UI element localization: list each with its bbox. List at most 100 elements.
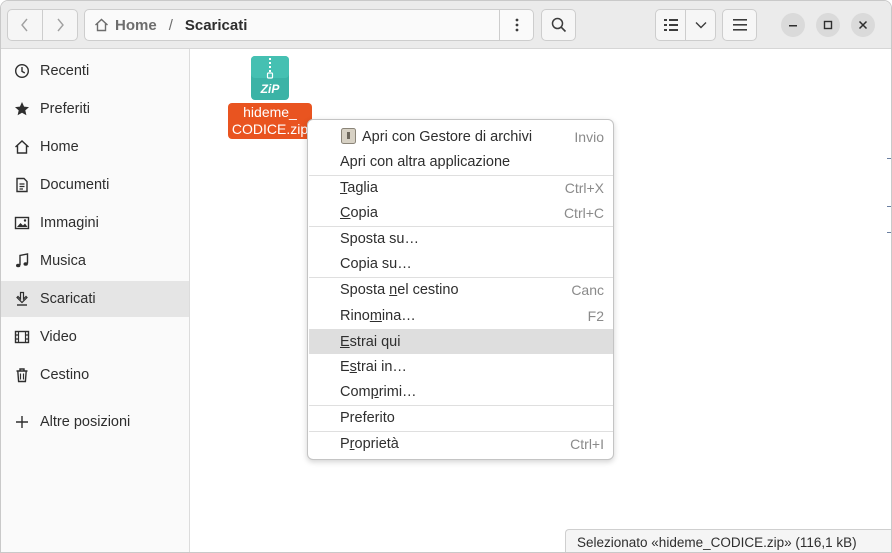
zip-file-icon[interactable]: ZiP	[250, 55, 290, 101]
view-buttons	[655, 9, 716, 41]
file-name-label[interactable]: hideme_ CODICE.zip	[228, 103, 312, 139]
context-menu: Apri con Gestore di archivi Invio Apri c…	[307, 119, 614, 460]
chevron-right-icon	[57, 18, 64, 32]
menu-item-properties[interactable]: Proprietà Ctrl+I	[309, 431, 613, 456]
close-icon	[858, 20, 868, 30]
edge-marker	[887, 158, 891, 159]
hamburger-menu-icon	[732, 19, 747, 31]
menu-item-accel: Canc	[571, 281, 604, 298]
sidebar-item-immagini[interactable]: Immagini	[1, 205, 189, 241]
menu-item-move-to[interactable]: Sposta su…	[309, 226, 613, 251]
menu-item-compress[interactable]: Comprimi…	[309, 379, 613, 404]
image-icon	[14, 215, 30, 231]
menu-item-move-to-trash[interactable]: Sposta nel cestino Canc	[309, 277, 613, 302]
music-icon	[14, 253, 30, 269]
breadcrumb-home[interactable]: Home	[85, 17, 157, 34]
search-button[interactable]	[541, 9, 576, 41]
sidebar-item-label: Scaricati	[40, 291, 96, 307]
edge-marker	[887, 232, 891, 233]
sidebar-item-label: Cestino	[40, 367, 90, 383]
menu-item-label: Sposta su…	[340, 230, 419, 247]
sidebar-item-cestino[interactable]: Cestino	[1, 357, 189, 393]
sidebar-item-label: Video	[40, 329, 77, 345]
breadcrumb-separator: /	[168, 16, 173, 34]
sidebar-item-recenti[interactable]: Recenti	[1, 53, 189, 89]
menu-item-accel: F2	[587, 307, 604, 324]
path-menu-button[interactable]	[499, 10, 533, 40]
close-button[interactable]	[851, 13, 875, 37]
menu-item-label: Copia	[340, 204, 378, 221]
list-view-icon	[663, 19, 678, 31]
menu-item-rename[interactable]: Rinomina… F2	[309, 303, 613, 328]
sidebar-item-video[interactable]: Video	[1, 319, 189, 355]
view-options-button[interactable]	[685, 10, 715, 40]
back-button[interactable]	[8, 10, 42, 40]
main-menu-button[interactable]	[722, 9, 757, 41]
sidebar-item-home[interactable]: Home	[1, 129, 189, 165]
zip-icon-label: ZiP	[260, 82, 281, 96]
home-icon	[95, 18, 108, 32]
menu-item-accel: Ctrl+X	[564, 179, 604, 196]
file-manager-window: Home / Scaricati Recenti Preferiti Home …	[0, 0, 892, 553]
menu-item-label: Copia su…	[340, 255, 412, 272]
breadcrumb-current[interactable]: Scaricati	[185, 17, 248, 34]
document-icon	[14, 177, 30, 193]
maximize-button[interactable]	[816, 13, 840, 37]
minimize-button[interactable]	[781, 13, 805, 37]
menu-item-favorite[interactable]: Preferito	[309, 405, 613, 430]
maximize-icon	[823, 20, 833, 30]
menu-item-label: Apri con Gestore di archivi	[362, 128, 533, 145]
clock-icon	[14, 63, 30, 79]
file-name-line1: hideme_	[243, 104, 297, 120]
sidebar-item-documenti[interactable]: Documenti	[1, 167, 189, 203]
sidebar-item-label: Documenti	[40, 177, 110, 193]
forward-button[interactable]	[42, 10, 77, 40]
menu-item-open-archive-manager[interactable]: Apri con Gestore di archivi Invio	[309, 124, 613, 149]
menu-item-cut[interactable]: Taglia Ctrl+X	[309, 175, 613, 200]
file-name-line2: CODICE.zip	[231, 121, 309, 137]
plus-icon	[14, 414, 30, 430]
sidebar-item-altre-posizioni[interactable]: Altre posizioni	[1, 404, 189, 440]
status-bar: Selezionato «hideme_CODICE.zip» (116,1 k…	[565, 529, 891, 552]
sidebar-item-scaricati[interactable]: Scaricati	[1, 281, 189, 317]
menu-item-copy[interactable]: Copia Ctrl+C	[309, 200, 613, 225]
menu-item-label: Rinomina…	[340, 307, 416, 324]
menu-item-label: Preferito	[340, 409, 395, 426]
menu-item-accel: Ctrl+C	[563, 204, 604, 221]
search-icon	[551, 17, 566, 33]
sidebar-item-label: Immagini	[40, 215, 99, 231]
sidebar-item-musica[interactable]: Musica	[1, 243, 189, 279]
download-icon	[14, 291, 30, 307]
list-view-button[interactable]	[656, 10, 685, 40]
menu-item-label: Apri con altra applicazione	[340, 153, 511, 170]
menu-item-label: Sposta nel cestino	[340, 281, 459, 298]
menu-item-label: Estrai in…	[340, 358, 407, 375]
menu-item-label: Estrai qui	[340, 333, 401, 350]
menu-item-extract-to[interactable]: Estrai in…	[309, 354, 613, 379]
sidebar-item-label: Preferiti	[40, 101, 90, 117]
menu-item-open-other-app[interactable]: Apri con altra applicazione	[309, 149, 613, 174]
video-icon	[14, 329, 30, 345]
menu-item-extract-here[interactable]: Estrai qui	[309, 329, 613, 354]
menu-item-accel: Invio	[574, 128, 604, 145]
status-text: Selezionato «hideme_CODICE.zip» (116,1 k…	[577, 534, 857, 550]
sidebar-item-preferiti[interactable]: Preferiti	[1, 91, 189, 127]
path-bar: Home / Scaricati	[84, 9, 534, 41]
chevron-down-icon	[695, 22, 706, 29]
sidebar-item-label: Musica	[40, 253, 86, 269]
home-icon	[14, 139, 30, 155]
sidebar-item-label: Recenti	[40, 63, 90, 79]
menu-item-label: Taglia	[340, 179, 378, 196]
menu-item-copy-to[interactable]: Copia su…	[309, 251, 613, 276]
sidebar: Recenti Preferiti Home Documenti Immagin…	[1, 49, 190, 552]
menu-item-label: Comprimi…	[340, 383, 417, 400]
navigation-buttons	[7, 9, 78, 41]
trash-icon	[14, 367, 30, 383]
sidebar-item-label: Home	[40, 139, 79, 155]
minimize-icon	[789, 25, 797, 27]
menu-item-label: Proprietà	[340, 435, 399, 452]
sidebar-item-label: Altre posizioni	[40, 414, 131, 430]
star-icon	[14, 101, 30, 117]
header-bar: Home / Scaricati	[1, 1, 891, 49]
menu-item-accel: Ctrl+I	[570, 435, 604, 452]
